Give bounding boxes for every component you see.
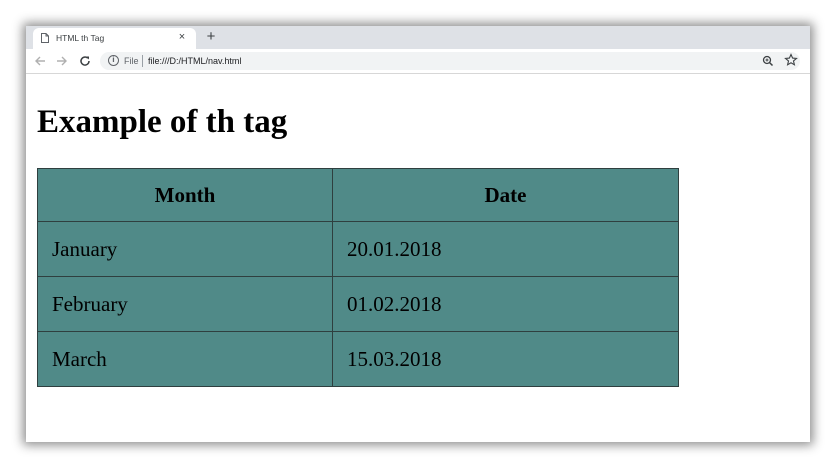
address-scheme-label: File xyxy=(124,56,139,66)
document-icon xyxy=(41,33,49,43)
reload-icon[interactable] xyxy=(78,54,92,68)
info-icon[interactable]: i xyxy=(108,55,119,66)
column-header-month: Month xyxy=(37,168,333,222)
address-bar[interactable]: i File file:///D:/HTML/nav.html xyxy=(100,52,800,70)
close-icon[interactable]: × xyxy=(176,31,188,43)
browser-tab[interactable]: HTML th Tag × xyxy=(33,28,196,49)
url-text[interactable]: file:///D:/HTML/nav.html xyxy=(148,55,241,67)
page-heading: Example of th tag xyxy=(37,104,288,140)
month-cell: March xyxy=(37,331,333,387)
address-divider xyxy=(142,55,143,67)
date-cell: 15.03.2018 xyxy=(332,331,679,387)
table-row: March 15.03.2018 xyxy=(37,331,679,387)
month-cell: February xyxy=(37,276,333,332)
tab-title: HTML th Tag xyxy=(56,33,105,43)
back-arrow-icon[interactable] xyxy=(33,54,47,68)
date-cell: 01.02.2018 xyxy=(332,276,679,332)
browser-toolbar: i File file:///D:/HTML/nav.html xyxy=(26,49,810,74)
column-header-date: Date xyxy=(332,168,679,222)
star-icon[interactable] xyxy=(784,53,798,67)
browser-window: HTML th Tag × + i File file:///D:/HTML/n… xyxy=(26,26,810,442)
zoom-icon[interactable] xyxy=(761,54,775,68)
table-row: February 01.02.2018 xyxy=(37,276,679,332)
forward-arrow-icon[interactable] xyxy=(55,54,69,68)
month-date-table: Month Date January 20.01.2018 February 0… xyxy=(37,168,679,387)
page-content: Example of th tag Month Date January 20.… xyxy=(26,74,810,442)
tab-strip: HTML th Tag × + xyxy=(26,26,810,49)
table-row: January 20.01.2018 xyxy=(37,221,679,277)
date-cell: 20.01.2018 xyxy=(332,221,679,277)
month-cell: January xyxy=(37,221,333,277)
table-header-row: Month Date xyxy=(37,168,679,222)
new-tab-button[interactable]: + xyxy=(204,29,218,44)
